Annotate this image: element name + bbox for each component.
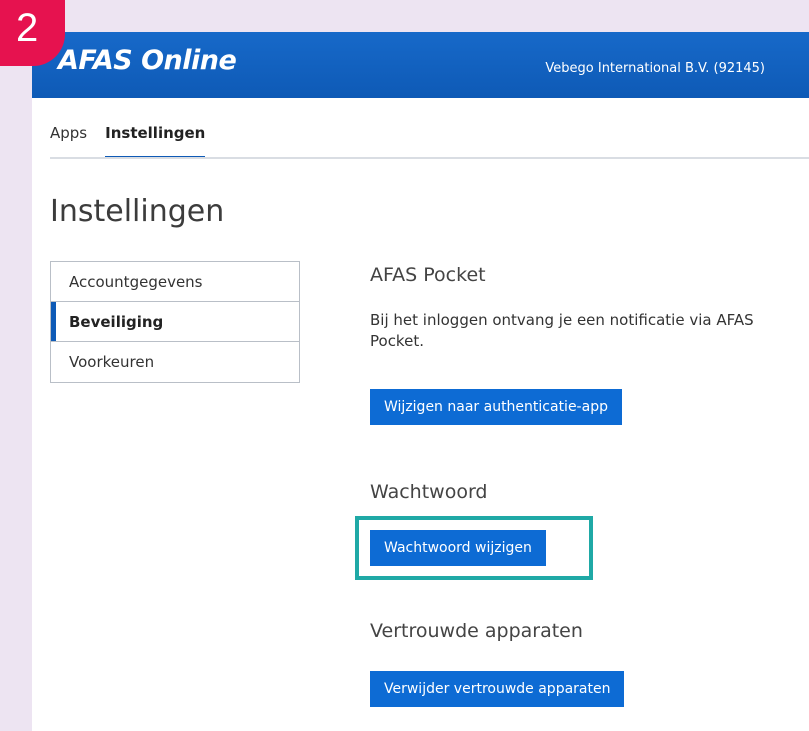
company-name[interactable]: Vebego International B.V. (92145) bbox=[545, 61, 765, 76]
side-item-beveiliging[interactable]: Beveiliging bbox=[51, 302, 299, 342]
tabs-divider bbox=[50, 157, 809, 159]
settings-side-menu: Accountgegevens Beveiliging Voorkeuren bbox=[50, 261, 300, 383]
page-title: Instellingen bbox=[50, 194, 225, 229]
trusted-devices-title: Vertrouwde apparaten bbox=[370, 620, 583, 642]
tab-instellingen[interactable]: Instellingen bbox=[105, 124, 206, 159]
tab-apps[interactable]: Apps bbox=[50, 124, 87, 158]
app-window: AFAS Online Vebego International B.V. (9… bbox=[32, 32, 809, 731]
step-number-badge: 2 bbox=[0, 0, 65, 66]
switch-to-authenticator-button[interactable]: Wijzigen naar authenticatie-app bbox=[370, 389, 622, 425]
afas-online-logo[interactable]: AFAS Online bbox=[58, 45, 237, 76]
side-item-accountgegevens[interactable]: Accountgegevens bbox=[51, 262, 299, 302]
header-bar: AFAS Online Vebego International B.V. (9… bbox=[32, 32, 809, 98]
remove-trusted-devices-button[interactable]: Verwijder vertrouwde apparaten bbox=[370, 671, 625, 707]
side-item-voorkeuren[interactable]: Voorkeuren bbox=[51, 342, 299, 382]
afas-pocket-title: AFAS Pocket bbox=[370, 264, 486, 286]
afas-pocket-description: Bij het inloggen ontvang je een notifica… bbox=[370, 311, 754, 350]
top-nav-tabs: Apps Instellingen bbox=[50, 124, 206, 159]
password-title: Wachtwoord bbox=[370, 481, 488, 503]
change-password-highlight bbox=[355, 516, 593, 580]
